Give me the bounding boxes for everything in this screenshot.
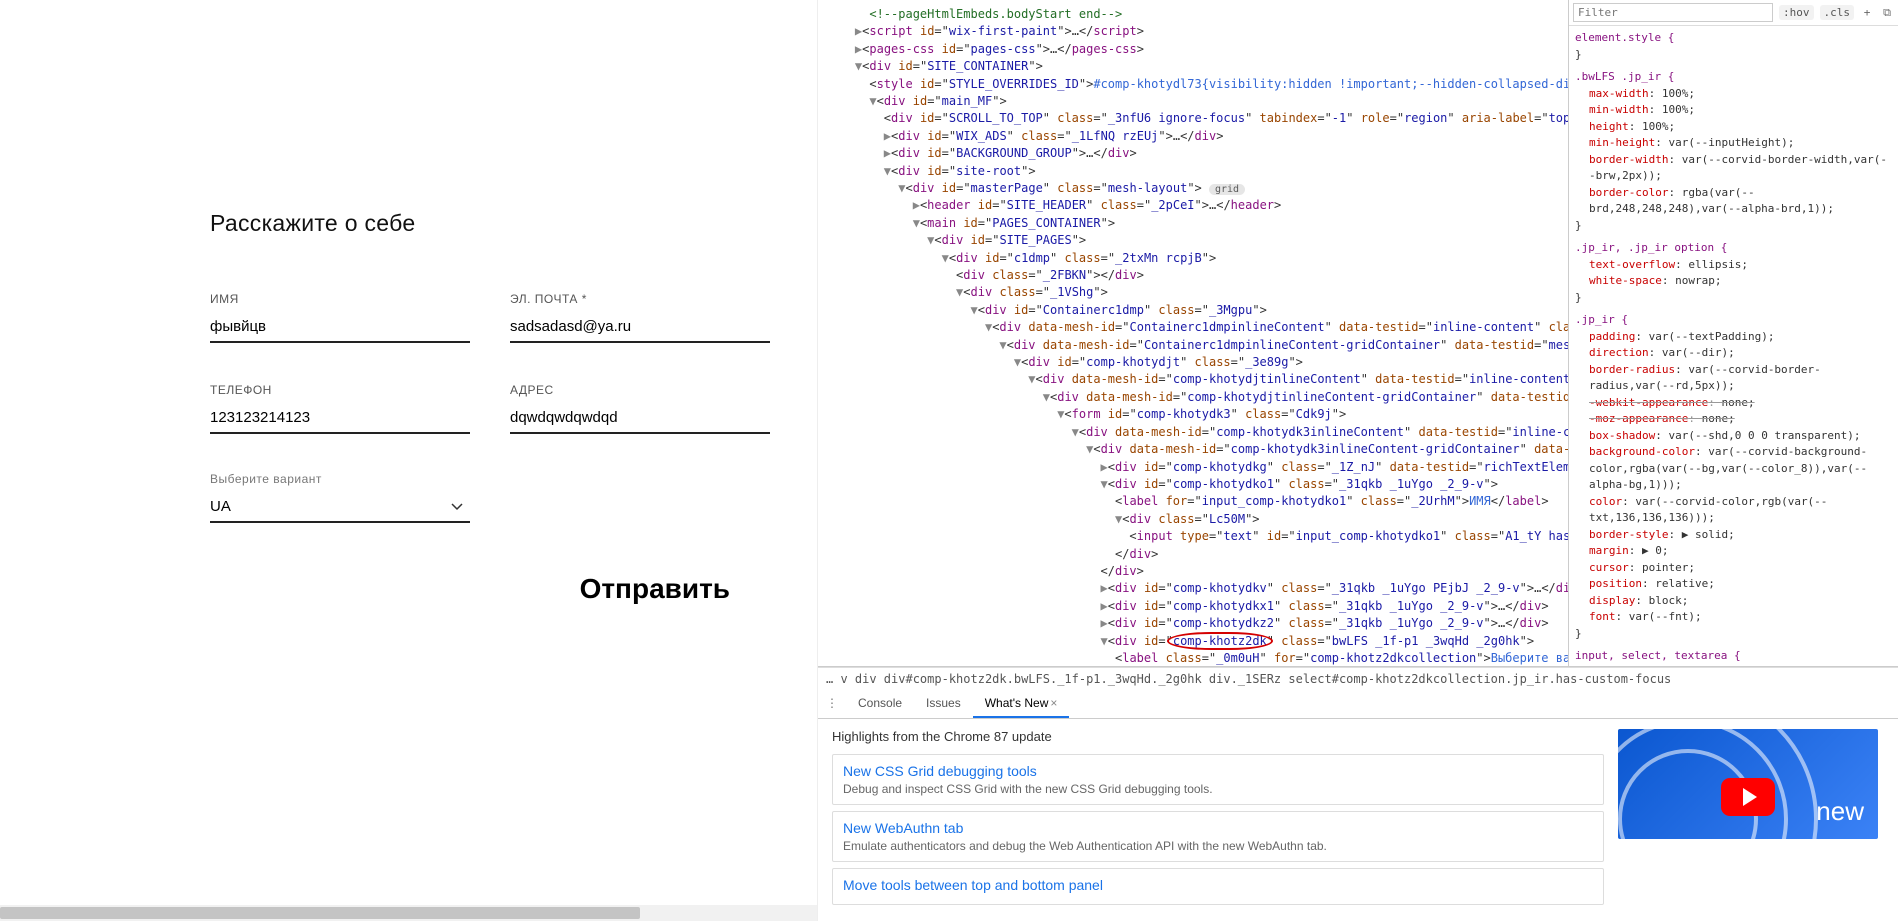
whatsnew-card[interactable]: Move tools between top and bottom panel <box>832 868 1604 905</box>
dom-line[interactable]: ▶<div id="BACKGROUND_GROUP">…</div> <box>826 145 1564 162</box>
css-rule[interactable]: input, select, textarea {font-family: He… <box>1575 648 1892 666</box>
form-title: Расскажите о себе <box>210 210 730 237</box>
dom-line[interactable]: ▼<main id="PAGES_CONTAINER"> <box>826 215 1564 232</box>
input-name[interactable] <box>210 314 470 343</box>
input-email[interactable] <box>510 314 770 343</box>
label-address: АДРЕС <box>510 383 770 397</box>
input-select[interactable]: UA <box>210 494 470 523</box>
breadcrumb-text: … v div div#comp-khotz2dk.bwLFS._1f-p1._… <box>826 672 1671 686</box>
dom-line[interactable]: ▼<div id="SITE_PAGES"> <box>826 232 1564 249</box>
styles-toolbar: :hov .cls + ⧉ <box>1569 0 1898 26</box>
dom-line[interactable]: ▼<div data-mesh-id="Containerc1dmpinline… <box>826 337 1564 355</box>
devtools: <!--pageHtmlEmbeds.bodyStart end--> ▶<sc… <box>818 0 1898 921</box>
add-rule-icon[interactable]: + <box>1860 5 1874 20</box>
drawer-menu-icon[interactable]: ⋮ <box>818 690 846 718</box>
dom-line[interactable]: <div id="SCROLL_TO_TOP" class="_3nfU6 ig… <box>826 110 1564 127</box>
dom-line[interactable]: ▼<div data-mesh-id="Containerc1dmpinline… <box>826 319 1564 336</box>
field-name: ИМЯ <box>210 292 470 343</box>
dom-line[interactable]: ▼<div data-mesh-id="comp-khotydjtinlineC… <box>826 371 1564 388</box>
dom-line[interactable]: <!--pageHtmlEmbeds.bodyStart end--> <box>826 6 1564 23</box>
elements-breadcrumb[interactable]: … v div div#comp-khotz2dk.bwLFS._1f-p1._… <box>818 667 1898 690</box>
dom-line[interactable]: ▶<div id="comp-khotydkx1" class="_31qkb … <box>826 598 1564 615</box>
hov-toggle[interactable]: :hov <box>1779 5 1814 20</box>
dom-line[interactable]: ▼<div id="SITE_CONTAINER"> <box>826 58 1564 75</box>
dom-line[interactable]: </div> <box>826 546 1564 563</box>
dom-line[interactable]: ▶<div id="comp-khotydkv" class="_31qkb _… <box>826 580 1564 597</box>
scrollbar-thumb[interactable] <box>0 907 640 919</box>
css-rule[interactable]: .jp_ir, .jp_ir option {text-overflow: el… <box>1575 240 1892 306</box>
dom-line[interactable]: ▼<div id="Containerc1dmp" class="_3Mgpu"… <box>826 302 1564 319</box>
input-address[interactable] <box>510 405 770 434</box>
dom-line[interactable]: ▶<div id="WIX_ADS" class="_1LfNQ rzEUj">… <box>826 128 1564 145</box>
tab-console[interactable]: Console <box>846 690 914 718</box>
cls-toggle[interactable]: .cls <box>1820 5 1855 20</box>
dom-line[interactable]: ▶<div id="comp-khotydkz2" class="_31qkb … <box>826 615 1564 632</box>
dom-line[interactable]: ▼<div class="Lc50M"> <box>826 511 1564 528</box>
dom-line[interactable]: ▼<div data-mesh-id="comp-khotydjtinlineC… <box>826 389 1564 407</box>
elements-tree[interactable]: <!--pageHtmlEmbeds.bodyStart end--> ▶<sc… <box>818 0 1568 666</box>
field-email: ЭЛ. ПОЧТА * <box>510 292 770 343</box>
whatsnew-video-thumb[interactable]: new <box>1618 729 1878 839</box>
css-rule[interactable]: element.style {} <box>1575 30 1892 63</box>
drawer-tabs: ⋮ Console Issues What's New× <box>818 690 1898 719</box>
submit-button[interactable]: Отправить <box>580 573 730 605</box>
dom-line[interactable]: ▼<div data-mesh-id="comp-khotydk3inlineC… <box>826 424 1564 441</box>
dom-line[interactable]: ▼<form id="comp-khotydk3" class="Cdk9j"> <box>826 406 1564 423</box>
dom-line[interactable]: </div> <box>826 563 1564 580</box>
dom-line[interactable]: ▼<div id="comp-khotz2dk" class="bwLFS _1… <box>826 633 1564 650</box>
field-address: АДРЕС <box>510 383 770 434</box>
css-rule[interactable]: .jp_ir {padding: var(--textPadding);dire… <box>1575 312 1892 642</box>
dom-line[interactable]: <div class="_2FBKN"></div> <box>826 267 1564 284</box>
dom-line[interactable]: <label class="_0m0uH" for="comp-khotz2dk… <box>826 650 1564 666</box>
styles-rules[interactable]: element.style {} .bwLFS .jp_ir {max-width… <box>1569 26 1898 666</box>
label-email: ЭЛ. ПОЧТА * <box>510 292 770 306</box>
whatsnew-card[interactable]: New WebAuthn tabEmulate authenticators a… <box>832 811 1604 862</box>
dom-line[interactable]: ▼<div data-mesh-id="comp-khotydk3inlineC… <box>826 441 1564 459</box>
play-icon <box>1721 778 1775 816</box>
dom-line[interactable]: <input type="text" id="input_comp-khotyd… <box>826 528 1564 545</box>
input-phone[interactable] <box>210 405 470 434</box>
styles-panel: :hov .cls + ⧉ element.style {} .bwLFS .jp… <box>1568 0 1898 666</box>
field-select: Выберите вариант UA <box>210 472 470 523</box>
rendered-page: Расскажите о себе ИМЯ ЭЛ. ПОЧТА * ТЕЛЕФО… <box>0 0 818 921</box>
dom-line[interactable]: ▼<div class="_1VShg"> <box>826 284 1564 301</box>
whatsnew-panel: Highlights from the Chrome 87 update New… <box>818 719 1898 921</box>
dom-line[interactable]: ▼<div id="masterPage" class="mesh-layout… <box>826 180 1564 198</box>
field-phone: ТЕЛЕФОН <box>210 383 470 434</box>
dom-line[interactable]: ▶<div id="comp-khotydkg" class="_1Z_nJ" … <box>826 459 1564 476</box>
whatsnew-headline: Highlights from the Chrome 87 update <box>832 729 1604 744</box>
label-name: ИМЯ <box>210 292 470 306</box>
dom-line[interactable]: ▼<div id="site-root"> <box>826 163 1564 180</box>
horizontal-scrollbar[interactable] <box>0 905 817 921</box>
dom-line[interactable]: <label for="input_comp-khotydko1" class=… <box>826 493 1564 510</box>
contact-form: Расскажите о себе ИМЯ ЭЛ. ПОЧТА * ТЕЛЕФО… <box>210 210 730 605</box>
dom-line[interactable]: ▼<div id="c1dmp" class="_2txMn rcpjB"> <box>826 250 1564 267</box>
thumb-caption: new <box>1816 796 1864 827</box>
dom-line[interactable]: ▶<header id="SITE_HEADER" class="_2pCeI"… <box>826 197 1564 214</box>
toggle-pane-icon[interactable]: ⧉ <box>1880 5 1894 21</box>
label-select: Выберите вариант <box>210 472 470 486</box>
tab-whatsnew[interactable]: What's New× <box>973 690 1070 718</box>
whatsnew-card[interactable]: New CSS Grid debugging toolsDebug and in… <box>832 754 1604 805</box>
dom-line[interactable]: ▼<div id="main_MF"> <box>826 93 1564 110</box>
css-rule[interactable]: .bwLFS .jp_ir {max-width: 100%;min-width… <box>1575 69 1892 234</box>
dom-line[interactable]: <style id="STYLE_OVERRIDES_ID">#comp-kho… <box>826 76 1564 93</box>
label-phone: ТЕЛЕФОН <box>210 383 470 397</box>
dom-line[interactable]: ▼<div id="comp-khotydko1" class="_31qkb … <box>826 476 1564 493</box>
dom-line[interactable]: ▼<div id="comp-khotydjt" class="_3e89g"> <box>826 354 1564 371</box>
tab-issues[interactable]: Issues <box>914 690 973 718</box>
dom-line[interactable]: ▶<script id="wix-first-paint">…</script> <box>826 23 1564 40</box>
dom-line[interactable]: ▶<pages-css id="pages-css">…</pages-css> <box>826 41 1564 58</box>
close-icon[interactable]: × <box>1050 696 1057 710</box>
styles-filter-input[interactable] <box>1573 3 1773 22</box>
